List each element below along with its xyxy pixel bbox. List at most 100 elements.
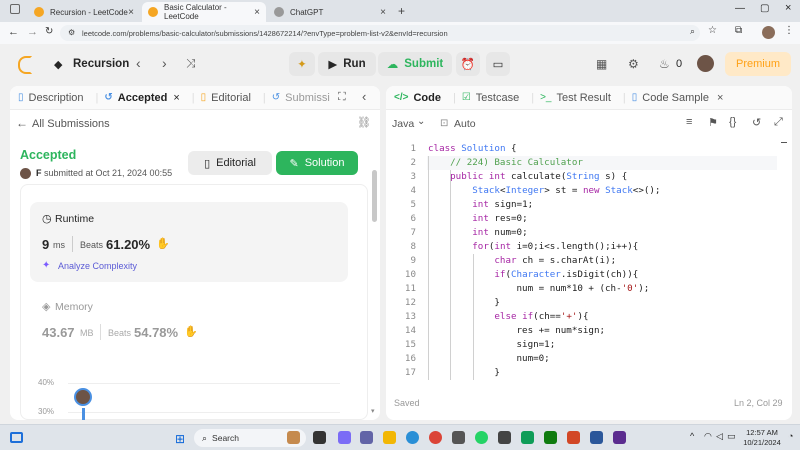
leetcode-logo-icon[interactable] [18, 56, 32, 74]
code-line[interactable]: 17 } [386, 366, 792, 380]
code-line[interactable]: 8 for(int i=0;i<s.length();i++){ [386, 240, 792, 254]
tab-description[interactable]: ▯ Description [18, 92, 84, 104]
scroll-down-icon[interactable]: ▾ [371, 407, 375, 415]
taskbar-app-whatsapp-icon[interactable] [475, 431, 488, 444]
taskbar-app-powerpoint-icon[interactable] [567, 431, 580, 444]
code-text[interactable]: num = num*10 + (ch-'0'); [428, 282, 650, 296]
code-text[interactable]: } [428, 296, 500, 310]
site-info-icon[interactable]: ⚙ [68, 28, 75, 37]
taskbar-app-edge-icon[interactable] [406, 431, 419, 444]
code-text[interactable]: public int calculate(String s) { [428, 170, 627, 184]
collapse-icon[interactable]: ‹ [362, 89, 366, 104]
widgets-icon[interactable] [10, 432, 23, 443]
bookmark-icon[interactable]: ⚑ [708, 116, 718, 129]
battery-icon[interactable]: ▭ [727, 431, 736, 442]
code-line[interactable]: 2 // 224) Basic Calculator [386, 156, 792, 170]
code-line[interactable]: 5 int sign=1; [386, 198, 792, 212]
notes-button[interactable]: ▭ [486, 52, 510, 76]
next-problem-icon[interactable]: › [162, 55, 167, 71]
code-text[interactable]: res += num*sign; [428, 324, 606, 338]
tab-testcase[interactable]: ☑ Testcase [462, 92, 519, 104]
expand-icon[interactable]: ⛶ [338, 91, 346, 104]
close-window-icon[interactable]: × [785, 2, 791, 14]
taskbar-app-intellij-icon[interactable] [613, 431, 626, 444]
minimize-icon[interactable]: — [735, 3, 745, 14]
code-line[interactable]: 10 if(Character.isDigit(ch)){ [386, 268, 792, 282]
my-submission-marker[interactable] [74, 388, 92, 406]
browser-tab-basic-calculator[interactable]: Basic Calculator - LeetCode × [142, 2, 266, 22]
analyze-complexity-link[interactable]: Analyze Complexity [58, 261, 137, 271]
tab-actions-icon[interactable] [10, 4, 20, 14]
maximize-icon[interactable]: ▢ [760, 3, 769, 14]
editorial-button[interactable]: ▯ Editorial [188, 151, 272, 175]
close-tab-icon[interactable]: × [173, 92, 179, 104]
code-text[interactable]: else if(ch=='+'){ [428, 310, 588, 324]
chevron-up-icon[interactable]: ^ [690, 431, 694, 441]
code-text[interactable]: int sign=1; [428, 198, 533, 212]
prev-problem-icon[interactable]: ‹ [136, 55, 141, 71]
url-field[interactable]: ⚙ leetcode.com/problems/basic-calculator… [60, 25, 700, 41]
code-line[interactable]: 12 } [386, 296, 792, 310]
code-text[interactable]: num=0; [428, 352, 550, 366]
volume-icon[interactable]: ◁ [716, 431, 723, 442]
taskbar-app-sheets-icon[interactable] [521, 431, 534, 444]
all-submissions-link[interactable]: All Submissions [32, 118, 110, 130]
code-line[interactable]: 9 char ch = s.charAt(i); [386, 254, 792, 268]
taskbar-app-folder-icon[interactable] [383, 431, 396, 444]
username[interactable]: F [36, 168, 42, 178]
debug-button[interactable]: ✦ [289, 52, 315, 76]
tab-code[interactable]: </> Code [394, 92, 441, 104]
layout-icon[interactable]: ▦ [596, 57, 607, 71]
code-text[interactable]: if(Character.isDigit(ch)){ [428, 268, 638, 282]
tab-editorial[interactable]: ▯ Editorial [201, 92, 251, 104]
code-text[interactable]: sign=1; [428, 338, 556, 352]
timer-button[interactable]: ⏰ [456, 52, 480, 76]
share-link-icon[interactable]: ⛓ [357, 116, 371, 129]
tab-accepted[interactable]: ↺ Accepted × [104, 92, 179, 104]
chevron-down-icon[interactable]: ⌄ [417, 116, 425, 127]
taskbar-app-excel-icon[interactable] [544, 431, 557, 444]
braces-icon[interactable]: {} [729, 116, 736, 128]
fullscreen-icon[interactable]: ⤢ [774, 116, 783, 129]
code-text[interactable]: Stack<Integer> st = new Stack<>(); [428, 184, 660, 198]
bookmark-star-icon[interactable]: ☆ [708, 25, 717, 36]
code-text[interactable]: class Solution { [428, 142, 517, 156]
code-line[interactable]: 13 else if(ch=='+'){ [386, 310, 792, 324]
shuffle-icon[interactable]: ⤨ [186, 56, 196, 71]
clock-date[interactable]: 10/21/2024 [742, 438, 782, 447]
code-text[interactable]: int res=0; [428, 212, 527, 226]
wifi-icon[interactable]: ◠ [704, 431, 712, 442]
taskbar-app-task-view-icon[interactable] [313, 431, 326, 444]
taskbar-app-copilot-icon[interactable] [338, 431, 351, 444]
clock-time[interactable]: 12:57 AM [742, 428, 782, 437]
tab-test-result[interactable]: >_ Test Result [540, 92, 611, 104]
close-icon[interactable]: × [380, 7, 386, 18]
notification-bell-icon[interactable]: ◔ [788, 431, 793, 441]
code-text[interactable]: } [428, 366, 500, 380]
reload-icon[interactable]: ↻ [45, 26, 53, 37]
tab-code-sample[interactable]: ▯ Code Sample × [632, 92, 724, 104]
tab-submissions[interactable]: ↺ Submissi [272, 92, 330, 104]
browser-tab-recursion[interactable]: Recursion - LeetCode × [28, 2, 140, 22]
submit-button[interactable]: ☁ Submit [378, 52, 452, 76]
problem-list-title[interactable]: Recursion [73, 58, 129, 70]
code-line[interactable]: 4 Stack<Integer> st = new Stack<>(); [386, 184, 792, 198]
browser-tab-chatgpt[interactable]: ChatGPT × [268, 2, 392, 22]
auto-mode[interactable]: Auto [454, 118, 476, 130]
scrollbar-thumb[interactable] [372, 170, 377, 222]
code-line[interactable]: 1 class Solution { [386, 142, 792, 156]
format-icon[interactable]: ≡ [686, 116, 692, 128]
premium-button[interactable]: Premium [725, 52, 791, 76]
zoom-icon[interactable]: ⌕ [690, 26, 695, 37]
new-tab-button[interactable]: + [398, 4, 405, 18]
back-icon[interactable]: ← [8, 26, 19, 38]
taskbar-app-unity-icon[interactable] [498, 431, 511, 444]
code-text[interactable]: int num=0; [428, 226, 527, 240]
extensions-icon[interactable]: ⧉ [735, 25, 742, 36]
code-line[interactable]: 14 res += num*sign; [386, 324, 792, 338]
code-line[interactable]: 15 sign=1; [386, 338, 792, 352]
taskbar-app-teams-icon[interactable] [360, 431, 373, 444]
taskbar-app-chrome-icon[interactable] [429, 431, 442, 444]
reset-icon[interactable]: ↺ [752, 116, 761, 129]
settings-gear-icon[interactable]: ⚙ [628, 57, 639, 71]
